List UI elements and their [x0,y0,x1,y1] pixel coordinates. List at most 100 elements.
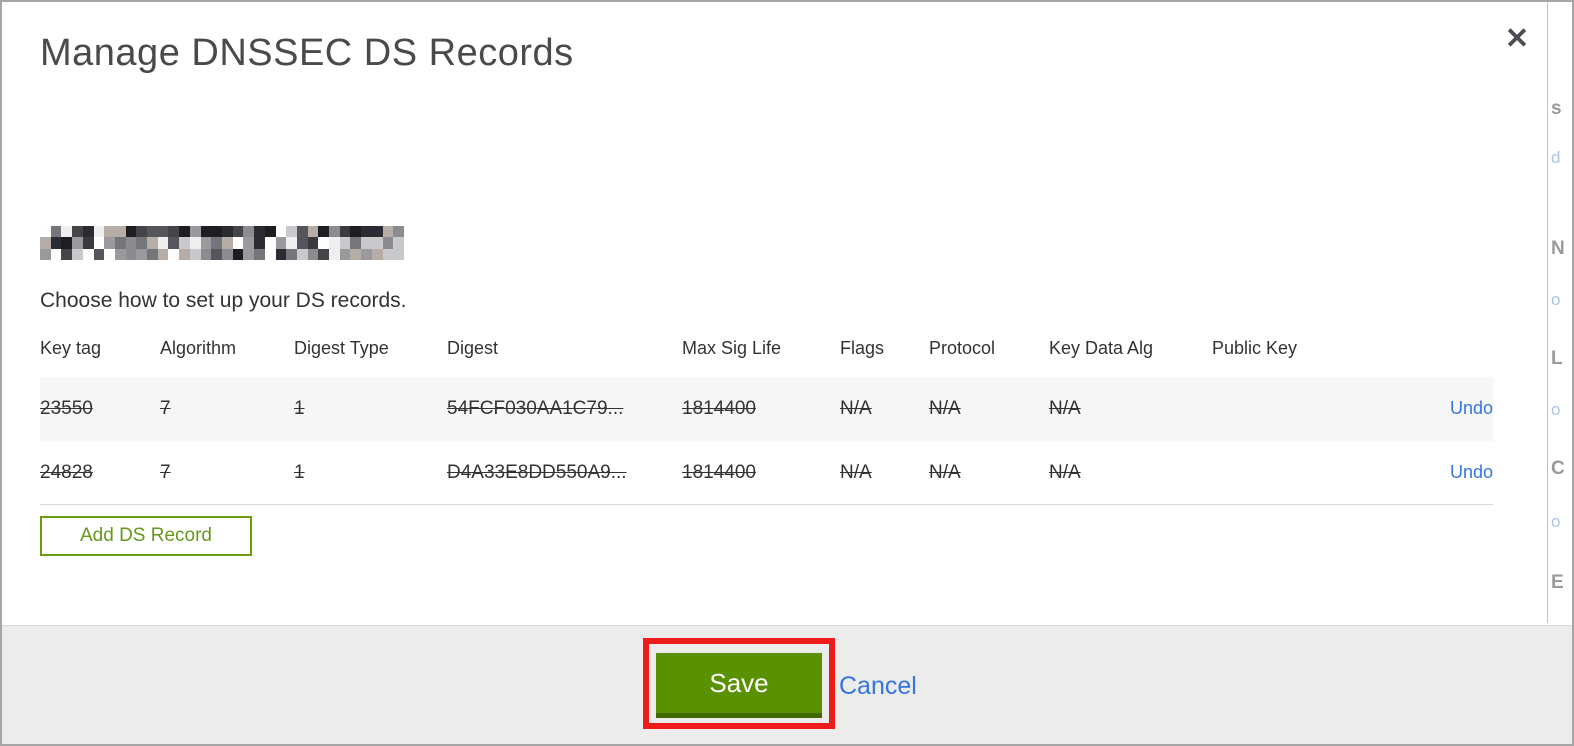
redaction-pixel [318,248,330,260]
redaction-pixel [40,237,51,249]
redaction-pixel [104,226,115,238]
cell-digest: D4A33E8DD550A9... [447,461,627,483]
redaction-pixel [50,248,62,260]
redaction-pixel [350,237,362,249]
instruction-text: Choose how to set up your DS records. [40,289,407,312]
redaction-pixel [61,237,73,249]
cancel-link[interactable]: Cancel [839,672,917,701]
redaction-pixel [232,226,244,238]
redaction-pixel [50,237,62,249]
cell-action: Undo [1423,398,1493,420]
redaction-pixel [371,248,383,260]
redaction-pixel [114,237,126,249]
bleed-text-fragment: s [1551,98,1562,119]
redaction-pixel [114,226,126,238]
redaction-pixel [329,248,340,260]
redaction-pixel [382,226,394,238]
table-body: 23550 7 1 54FCF030AA1C79... 1814400 N/A N/A N/A… [40,377,1493,505]
redaction-pixel [254,226,265,238]
redaction-pixel [168,226,180,238]
redaction-pixel [147,237,158,249]
redaction-pixel [168,237,180,249]
redaction-pixel [114,248,126,260]
redaction-pixel [211,226,222,238]
bleed-text-fragment: N [1551,238,1565,259]
redaction-pixel [136,226,148,238]
bleed-text-fragment: o [1551,400,1561,419]
cell-digest-type: 1 [294,461,305,483]
redaction-pixel [40,226,51,238]
redaction-pixel [125,237,137,249]
redaction-pixel [371,237,383,249]
redaction-pixel [221,248,233,260]
column-header: Protocol [929,338,996,358]
redaction-pixel [179,237,190,249]
redaction-pixel [93,237,105,249]
bleed-text-fragment: d [1551,148,1561,167]
redaction-pixel [189,237,201,249]
cell-algorithm: 7 [160,398,171,419]
redaction-pixel [50,226,62,238]
redaction-pixel [232,237,244,249]
redaction-pixel [211,237,222,249]
redaction-pixel [329,226,340,238]
redaction-pixel [318,226,330,238]
redaction-pixel [221,237,233,249]
redaction-pixel [82,237,94,249]
bleed-text-fragment: E [1551,572,1564,593]
cell-digest-type: 1 [294,398,305,419]
redaction-pixel [179,226,190,238]
redaction-pixel [307,226,319,238]
redaction-pixel [307,248,319,260]
redaction-pixel [104,248,115,260]
redaction-pixel [339,237,351,249]
redaction-pixel [147,248,158,260]
add-ds-record-button[interactable]: Add DS Record [40,516,252,556]
column-header: Digest [447,338,499,358]
redaction-pixel [286,237,297,249]
redaction-pixel [243,248,255,260]
redacted-domain-name [40,226,404,260]
redaction-pixel [189,226,201,238]
redaction-pixel [179,248,190,260]
redaction-pixel [147,226,158,238]
undo-link[interactable]: Undo [1450,398,1493,418]
redaction-pixel [307,237,319,249]
redaction-pixel [93,226,105,238]
redaction-pixel [296,226,308,238]
column-header: Flags [840,338,885,358]
cell-flags: N/A [840,461,872,483]
dialog-footer: Save Cancel [2,625,1572,744]
redaction-pixel [275,226,287,238]
redaction-pixel [157,226,169,238]
redaction-pixel [339,226,351,238]
undo-link[interactable]: Undo [1450,462,1493,482]
redaction-pixel [168,248,180,260]
redaction-pixel [286,248,297,260]
redaction-pixel [275,237,287,249]
column-header: Algorithm [160,338,237,358]
redaction-pixel [72,248,83,260]
column-header: Max Sig Life [682,338,782,358]
redaction-pixel [350,248,362,260]
redaction-pixel [296,237,308,249]
cell-algorithm: 7 [160,461,171,483]
background-page-bleed: s d No Lo Co E [1547,2,1572,623]
cell-key-data-alg: N/A [1049,461,1081,483]
redaction-pixel [254,237,265,249]
redaction-pixel [243,226,255,238]
save-button[interactable]: Save [656,653,822,718]
cell-key-tag: 23550 [40,398,93,419]
redaction-pixel [82,226,94,238]
table-row: 24828 7 1 D4A33E8DD550A9... 1814400 N/A N/A N/A… [40,441,1493,505]
close-button[interactable]: ✕ [1500,22,1534,56]
annotation-highlight-box: Save [643,638,835,729]
redaction-pixel [157,237,169,249]
redaction-pixel [136,248,148,260]
redaction-pixel [243,237,255,249]
redaction-pixel [104,237,115,249]
redaction-pixel [72,237,83,249]
redaction-pixel [232,248,244,260]
bleed-text-fragment: C [1551,458,1565,479]
cell-flags: N/A [840,398,872,419]
